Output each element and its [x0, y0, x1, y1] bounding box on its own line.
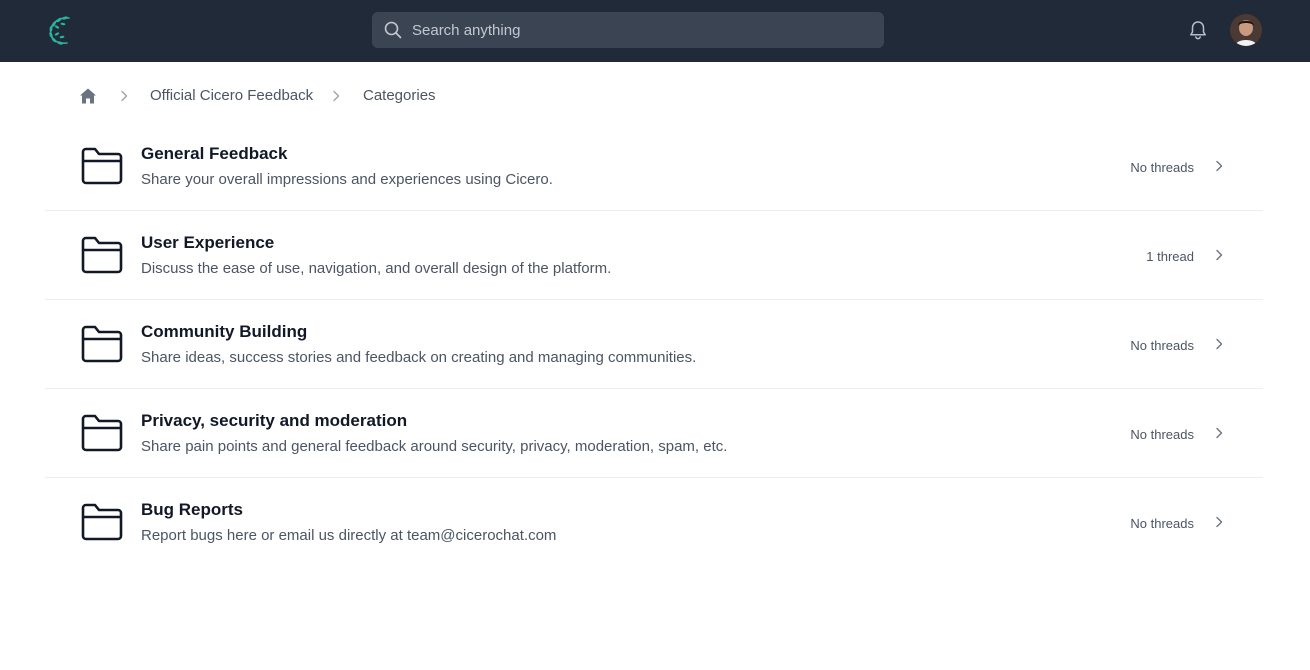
folder-icon: [81, 414, 123, 452]
chevron-right-icon: [121, 90, 128, 102]
folder-icon: [81, 147, 123, 185]
category-row-community-building[interactable]: Community Building Share ideas, success …: [45, 300, 1263, 389]
search-input[interactable]: [412, 12, 872, 48]
thread-count: No threads: [1130, 427, 1194, 442]
chevron-right-icon: [1216, 249, 1223, 261]
thread-count: 1 thread: [1146, 249, 1194, 264]
category-row-user-experience[interactable]: User Experience Discuss the ease of use,…: [45, 211, 1263, 300]
chevron-right-icon: [1216, 160, 1223, 172]
breadcrumb-categories-link[interactable]: Categories: [363, 86, 436, 106]
chevron-right-icon: [1216, 516, 1223, 528]
category-list: General Feedback Share your overall impr…: [45, 122, 1263, 567]
chevron-right-icon: [333, 90, 340, 102]
home-icon[interactable]: [79, 87, 97, 105]
category-title: Community Building: [141, 322, 308, 341]
top-navbar: [0, 0, 1310, 62]
category-description: Share your overall impressions and exper…: [141, 171, 553, 188]
chevron-right-icon: [1216, 427, 1223, 439]
category-title: General Feedback: [141, 144, 288, 163]
category-title: Bug Reports: [141, 500, 243, 519]
category-row-bug-reports[interactable]: Bug Reports Report bugs here or email us…: [45, 478, 1263, 567]
thread-count: No threads: [1130, 160, 1194, 175]
avatar-image: [1230, 14, 1262, 46]
user-avatar[interactable]: [1230, 14, 1262, 46]
search-bar[interactable]: [372, 12, 884, 48]
category-description: Report bugs here or email us directly at…: [141, 527, 557, 544]
category-description: Share ideas, success stories and feedbac…: [141, 349, 697, 366]
search-icon: [384, 21, 402, 39]
folder-icon: [81, 503, 123, 541]
thread-count: No threads: [1130, 338, 1194, 353]
bell-icon[interactable]: [1187, 19, 1209, 41]
category-row-general-feedback[interactable]: General Feedback Share your overall impr…: [45, 122, 1263, 211]
category-title: Privacy, security and moderation: [141, 411, 408, 430]
chevron-right-icon: [1216, 338, 1223, 350]
laurel-logo-icon[interactable]: [45, 13, 77, 47]
folder-icon: [81, 325, 123, 363]
category-row-privacy-security-moderation[interactable]: Privacy, security and moderation Share p…: [45, 389, 1263, 478]
category-title: User Experience: [141, 233, 275, 252]
category-description: Share pain points and general feedback a…: [141, 438, 728, 455]
thread-count: No threads: [1130, 516, 1194, 531]
breadcrumb-community-link[interactable]: Official Cicero Feedback: [150, 86, 313, 106]
folder-icon: [81, 236, 123, 274]
category-description: Discuss the ease of use, navigation, and…: [141, 260, 612, 277]
